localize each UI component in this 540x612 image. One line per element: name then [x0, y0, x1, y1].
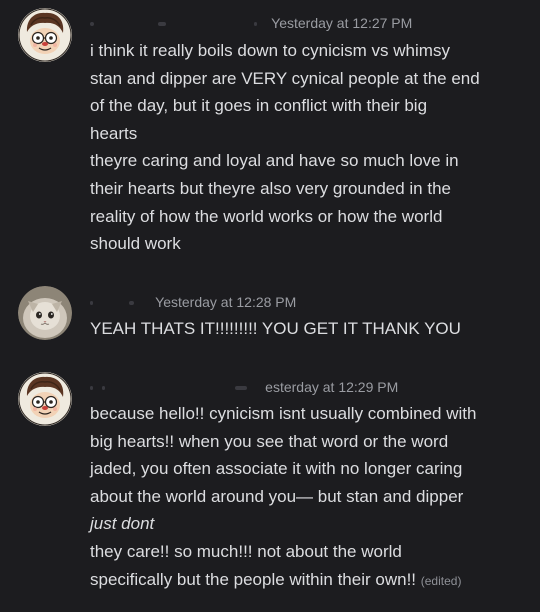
avatar[interactable] — [18, 286, 72, 340]
message-line: hearts — [90, 123, 138, 143]
message-line: because hello!! cynicism isnt usually co… — [90, 404, 477, 423]
message-line: stan and dipper are VERY cynical people … — [90, 68, 480, 88]
username-redacted — [102, 386, 105, 391]
avatar[interactable] — [18, 372, 72, 426]
message-line: their hearts but theyre also very ground… — [90, 178, 451, 198]
message-header: Yesterday at 12:28 PM — [90, 292, 296, 312]
timestamp[interactable]: Yesterday at 12:27 PM — [271, 15, 412, 31]
message-content: because hello!! cynicism isnt usually co… — [90, 400, 530, 595]
username-redacted — [90, 386, 93, 391]
message-header: esterday at 12:29 PM — [90, 377, 398, 397]
message-line-last: specifically but the people within their… — [90, 566, 530, 596]
edited-label[interactable]: (edited) — [421, 574, 462, 588]
username-redacted — [90, 301, 93, 306]
avatar[interactable] — [18, 8, 72, 62]
message-header: Yesterday at 12:27 PM — [90, 13, 412, 33]
message-line-italic: just dont — [90, 514, 155, 534]
message-content: i think it really boils down to cynicism… — [90, 37, 530, 258]
username-redacted — [129, 301, 134, 306]
message-line: YEAH THATS IT!!!!!!!!! YOU GET IT THANK … — [90, 319, 461, 338]
message-text: specifically but the people within their… — [90, 569, 417, 589]
message-line: reality of how the world works or how th… — [90, 206, 443, 226]
message-line: jaded, you often associate it with no lo… — [90, 459, 463, 479]
message-line: they care!! so much!!! not about the wor… — [90, 541, 402, 561]
message-line: should work — [90, 234, 181, 254]
username-redacted — [158, 22, 166, 27]
message-line: theyre caring and loyal and have so much… — [90, 151, 459, 171]
message-line: i think it really boils down to cynicism… — [90, 41, 450, 60]
message-line: of the day, but it goes in conflict with… — [90, 96, 428, 116]
message-content: YEAH THATS IT!!!!!!!!! YOU GET IT THANK … — [90, 315, 530, 343]
message-line: about the world around you— but stan and… — [90, 486, 464, 506]
username-redacted — [90, 22, 94, 27]
timestamp[interactable]: Yesterday at 12:28 PM — [155, 294, 296, 310]
username-redacted — [254, 22, 257, 27]
message-line: big hearts!! when you see that word or t… — [90, 431, 449, 451]
username-redacted — [235, 386, 247, 391]
timestamp[interactable]: esterday at 12:29 PM — [265, 379, 398, 395]
